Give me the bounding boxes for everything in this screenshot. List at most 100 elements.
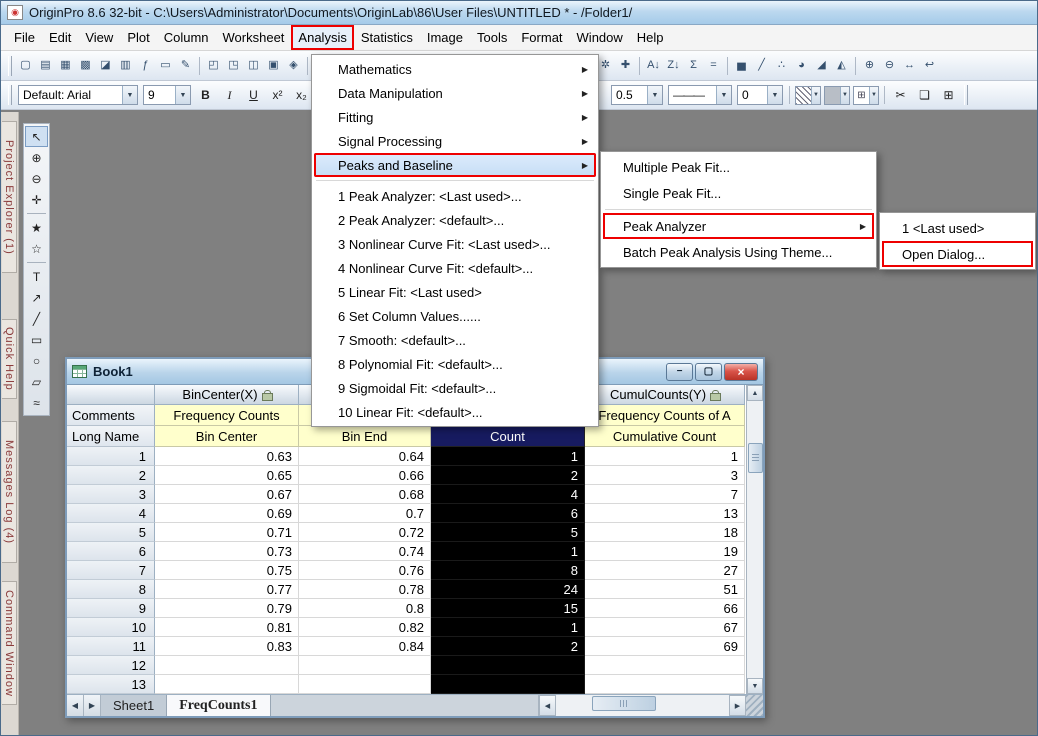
pie-chart-button[interactable]: ◕ bbox=[792, 55, 811, 76]
data-cell[interactable]: 0.84 bbox=[299, 637, 431, 656]
data-cell[interactable]: 24 bbox=[431, 580, 585, 599]
data-cell[interactable]: 66 bbox=[585, 599, 745, 618]
dock-tab-command-window[interactable]: Command Window bbox=[2, 581, 17, 705]
menu-item-open-dialog[interactable]: Open Dialog... bbox=[882, 241, 1033, 267]
comments-cell[interactable]: Frequency Counts bbox=[155, 405, 299, 426]
row-number[interactable]: 3 bbox=[67, 485, 155, 504]
data-cell[interactable]: 0.76 bbox=[299, 561, 431, 580]
sort-ascending-button[interactable]: A↓ bbox=[644, 55, 663, 76]
pointer-tool-button[interactable]: ↖ bbox=[25, 126, 48, 147]
menu-item-10-linear-fit-default[interactable]: 10 Linear Fit: <default>... bbox=[314, 400, 596, 424]
data-cell[interactable]: 2 bbox=[431, 466, 585, 485]
dropdown-arrow-icon[interactable]: ▼ bbox=[647, 86, 662, 104]
text-tool-button[interactable]: T bbox=[25, 266, 48, 287]
data-cell[interactable] bbox=[299, 656, 431, 675]
font-size-combo[interactable]: 9 ▼ bbox=[143, 85, 191, 105]
rescale-button[interactable]: ↔ bbox=[900, 55, 919, 76]
menu-column[interactable]: Column bbox=[157, 25, 216, 50]
data-cell[interactable]: 0.63 bbox=[155, 447, 299, 466]
menu-format[interactable]: Format bbox=[514, 25, 569, 50]
row-number[interactable]: 11 bbox=[67, 637, 155, 656]
menu-item-peaks-and-baseline[interactable]: Peaks and Baseline▶ bbox=[314, 153, 596, 177]
data-cell[interactable]: 19 bbox=[585, 542, 745, 561]
menu-image[interactable]: Image bbox=[420, 25, 470, 50]
zoom-in-button[interactable]: ⊕ bbox=[860, 55, 879, 76]
row-number[interactable]: 6 bbox=[67, 542, 155, 561]
circle-tool-button[interactable]: ○ bbox=[25, 350, 48, 371]
data-cell[interactable]: 0.79 bbox=[155, 599, 299, 618]
new-matrix-button[interactable]: ▥ bbox=[116, 55, 135, 76]
data-cell[interactable]: 15 bbox=[431, 599, 585, 618]
save-template-button[interactable]: ◈ bbox=[284, 55, 303, 76]
menu-item-7-smooth-default[interactable]: 7 Smooth: <default>... bbox=[314, 328, 596, 352]
new-excel-button[interactable]: ▩ bbox=[76, 55, 95, 76]
menu-item-8-polynomial-fit-default[interactable]: 8 Polynomial Fit: <default>... bbox=[314, 352, 596, 376]
resize-grip[interactable] bbox=[746, 695, 763, 716]
long-name-cell[interactable]: Cumulative Count bbox=[585, 426, 745, 447]
menu-item-single-peak-fit[interactable]: Single Peak Fit... bbox=[603, 180, 874, 206]
data-cell[interactable] bbox=[299, 675, 431, 694]
add-new-columns-button[interactable]: ✚ bbox=[616, 55, 635, 76]
data-cell[interactable]: 0.66 bbox=[299, 466, 431, 485]
area-chart-button[interactable]: ◢ bbox=[812, 55, 831, 76]
dock-tab-project-explorer-1[interactable]: Project Explorer (1) bbox=[2, 121, 17, 273]
dropdown-arrow-icon[interactable]: ▼ bbox=[869, 87, 878, 104]
menu-file[interactable]: File bbox=[7, 25, 42, 50]
underline-button[interactable]: U bbox=[242, 85, 265, 106]
dropdown-arrow-icon[interactable]: ▼ bbox=[716, 86, 731, 104]
menu-item-9-sigmoidal-fit-default[interactable]: 9 Sigmoidal Fit: <default>... bbox=[314, 376, 596, 400]
data-cell[interactable] bbox=[155, 675, 299, 694]
row-number[interactable]: 4 bbox=[67, 504, 155, 523]
menu-item-6-set-column-values[interactable]: 6 Set Column Values...... bbox=[314, 304, 596, 328]
menu-item-batch-peak-analysis-using-theme[interactable]: Batch Peak Analysis Using Theme... bbox=[603, 239, 874, 265]
horizontal-scrollbar[interactable]: ◀ ▶ bbox=[538, 695, 746, 716]
unmask-tool-button[interactable]: ☆ bbox=[25, 238, 48, 259]
bar-chart-button[interactable]: ▅ bbox=[732, 55, 751, 76]
data-cell[interactable]: 0.78 bbox=[299, 580, 431, 599]
data-cell[interactable]: 8 bbox=[431, 561, 585, 580]
data-cell[interactable]: 1 bbox=[431, 542, 585, 561]
data-cell[interactable] bbox=[431, 656, 585, 675]
italic-button[interactable]: I bbox=[218, 85, 241, 106]
line-style-combo[interactable]: ——— ▼ bbox=[668, 85, 732, 105]
data-cell[interactable] bbox=[155, 656, 299, 675]
menu-item-2-peak-analyzer-default[interactable]: 2 Peak Analyzer: <default>... bbox=[314, 208, 596, 232]
close-button[interactable]: × bbox=[724, 363, 758, 381]
data-cell[interactable]: 7 bbox=[585, 485, 745, 504]
mask-tool-button[interactable]: ★ bbox=[25, 217, 48, 238]
row-number[interactable]: 10 bbox=[67, 618, 155, 637]
subscript-button[interactable]: x₂ bbox=[290, 85, 313, 106]
data-cell[interactable]: 27 bbox=[585, 561, 745, 580]
data-cell[interactable]: 0.73 bbox=[155, 542, 299, 561]
data-cell[interactable]: 2 bbox=[431, 637, 585, 656]
dropdown-arrow-icon[interactable]: ▼ bbox=[767, 86, 782, 104]
data-cell[interactable]: 0.69 bbox=[155, 504, 299, 523]
cut-button[interactable]: ✂ bbox=[889, 85, 912, 106]
sort-descending-button[interactable]: Z↓ bbox=[664, 55, 683, 76]
data-cell[interactable]: 67 bbox=[585, 618, 745, 637]
open-excel-button[interactable]: ◳ bbox=[224, 55, 243, 76]
row-number[interactable]: 12 bbox=[67, 656, 155, 675]
menu-item-1-peak-analyzer-last-used[interactable]: 1 Peak Analyzer: <Last used>... bbox=[314, 184, 596, 208]
bold-button[interactable]: B bbox=[194, 85, 217, 106]
row-number[interactable]: 7 bbox=[67, 561, 155, 580]
data-cell[interactable]: 1 bbox=[585, 447, 745, 466]
fill-pattern-dropdown[interactable]: ▼ bbox=[795, 86, 821, 105]
menu-item-mathematics[interactable]: Mathematics▶ bbox=[314, 57, 596, 81]
data-cell[interactable]: 4 bbox=[431, 485, 585, 504]
tab-prev-button[interactable]: ◀ bbox=[67, 695, 84, 716]
dropdown-arrow-icon[interactable]: ▼ bbox=[811, 87, 820, 104]
font-name-combo[interactable]: Default: Arial ▼ bbox=[18, 85, 138, 105]
data-cell[interactable]: 0.71 bbox=[155, 523, 299, 542]
new-workbook-button[interactable]: ▦ bbox=[56, 55, 75, 76]
data-cell[interactable]: 5 bbox=[431, 523, 585, 542]
line-width-combo[interactable]: 0.5 ▼ bbox=[611, 85, 663, 105]
menu-item-3-nonlinear-curve-fit-last-used[interactable]: 3 Nonlinear Curve Fit: <Last used>... bbox=[314, 232, 596, 256]
vertical-scrollbar[interactable]: ▲ ▼ bbox=[746, 385, 763, 694]
comments-cell[interactable]: Frequency Counts of A bbox=[585, 405, 745, 426]
row-number[interactable]: 13 bbox=[67, 675, 155, 694]
data-cell[interactable]: 0.8 bbox=[299, 599, 431, 618]
menu-view[interactable]: View bbox=[78, 25, 120, 50]
long-name-cell[interactable]: Bin End bbox=[299, 426, 431, 447]
horizontal-scroll-track[interactable] bbox=[556, 695, 729, 716]
